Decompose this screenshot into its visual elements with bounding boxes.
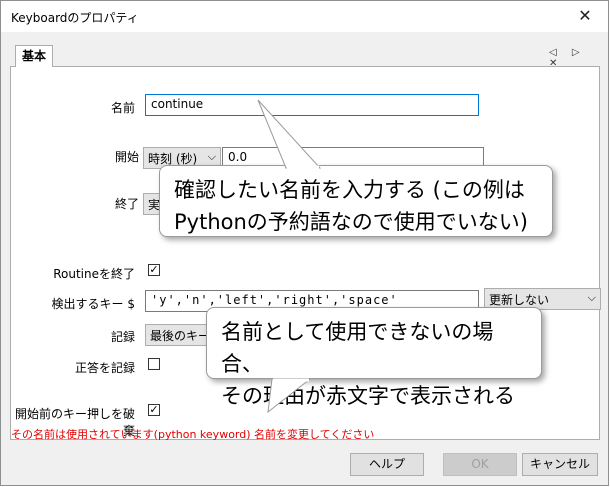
window-title: Keyboardのプロパティ [11,11,139,25]
chevron-down-icon: ⌵ [587,291,596,304]
routine-end-checkbox[interactable]: ✓ [148,264,160,276]
check-icon: ✓ [149,263,159,276]
record-label: 記録 [110,330,135,344]
callout-bottom-line1: 名前として使用できないの場合、 [221,320,494,376]
end-label: 終了 [114,197,139,211]
callout-top: 確認したい名前を入力する (この例は Pythonの予約語なので使用でいない) [159,165,553,237]
keys-label: 検出するキー $ [51,297,135,311]
callout-top-line2: Pythonの予約語なので使用でいない) [174,210,528,234]
tab-basic[interactable]: 基本 [15,45,53,67]
callout-top-tail [257,99,322,169]
record-value: 最後のキー [150,329,211,343]
callout-bottom-tail [267,378,312,414]
correct-checkbox[interactable] [148,358,160,370]
start-type-value: 時刻 (秒) [148,152,198,166]
check-icon: ✓ [149,403,159,416]
ok-button[interactable]: OK [443,453,517,476]
error-message: その名前は使用されています(python keyword) 名前を変更してくださ… [11,428,375,441]
title-bar: Keyboardのプロパティ ✕ [1,1,608,32]
discard-checkbox[interactable]: ✓ [148,404,160,416]
help-button[interactable]: ヘルプ [350,453,424,476]
name-label: 名前 [110,101,135,115]
cancel-button[interactable]: キャンセル [522,453,598,476]
callout-bottom: 名前として使用できないの場合、 その理由が赤文字で表示される [206,307,542,408]
routine-end-label: Routineを終了 [53,267,135,281]
start-label: 開始 [114,150,139,164]
correct-label: 正答を記録 [74,361,135,375]
callout-top-line1: 確認したい名前を入力する (この例は [174,178,525,202]
chevron-down-icon: ⌵ [207,150,216,163]
update-value: 更新しない [489,293,550,307]
close-icon[interactable]: ✕ [571,4,599,28]
